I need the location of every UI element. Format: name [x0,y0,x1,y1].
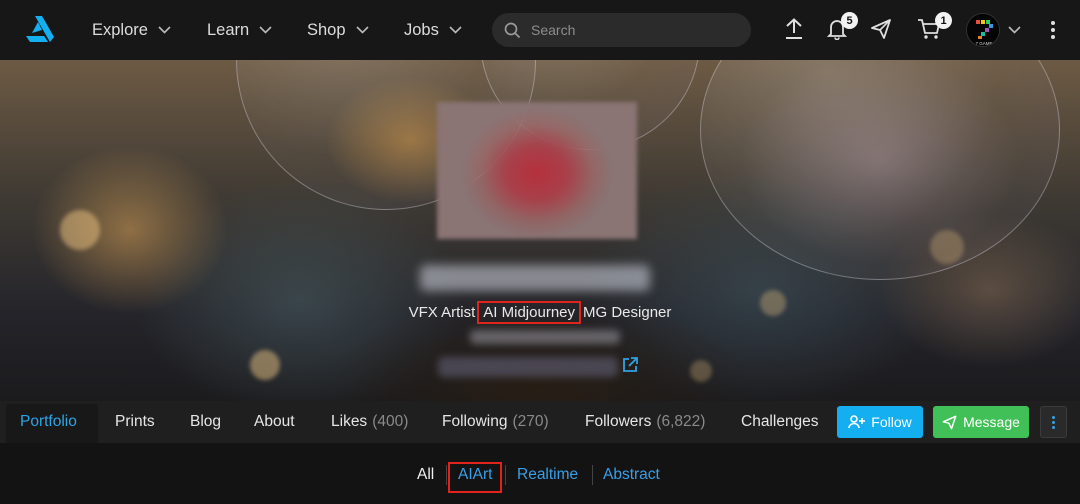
album-abstract[interactable]: Abstract [603,466,660,484]
message-button-label: Message [963,414,1020,430]
nav-jobs-label: Jobs [404,20,439,39]
nav-shop-label: Shop [307,20,346,39]
cover-bubble [700,60,1060,280]
tab-following-label: Following [442,413,508,430]
tab-portfolio-label: Portfolio [20,413,77,430]
cover-bokeh [60,210,100,250]
tab-challenges-label: Challenges [741,413,819,430]
top-navbar: Explore Learn Shop Jobs 5 [0,0,1080,60]
tagline-role-1: VFX Artist [408,304,476,321]
tagline-role-3: MG Designer [583,304,672,321]
notifications-badge: 5 [841,12,858,29]
tab-followers-count: (6,822) [656,413,706,430]
album-filter: All AIArt Realtime Abstract [0,443,1080,504]
tab-challenges[interactable]: Challenges [741,401,819,443]
more-vertical-icon[interactable] [1044,18,1062,42]
chevron-down-icon [355,26,369,34]
artstation-logo-icon[interactable] [26,16,54,42]
messages-button[interactable] [868,16,894,42]
tab-following-count: (270) [512,413,549,430]
upload-icon [786,18,802,39]
chevron-down-icon [259,26,272,34]
tab-followers-label: Followers [585,413,652,430]
album-separator [505,465,506,485]
profile-name-redacted [420,265,650,291]
profile-cover: VFX Artist AI Midjourney MG Designer [0,60,1080,401]
chevron-down-icon [158,26,171,34]
cart-badge: 1 [935,12,952,29]
user-avatar[interactable]: 7 GAME [966,13,1000,47]
tab-about-label: About [254,413,295,430]
avatar-image: 7 GAME [967,14,999,46]
search-box [492,13,751,47]
tagline-highlight: AI Midjourney [477,301,582,324]
send-icon [942,415,957,429]
profile-tabs: Portfolio Prints Blog About Likes (400) … [0,401,1080,443]
album-all[interactable]: All [417,466,434,484]
nav-explore[interactable]: Explore [92,0,171,60]
album-aiart[interactable]: AIArt [458,466,492,484]
chevron-down-icon[interactable] [1008,26,1021,34]
notifications-button[interactable]: 5 [824,12,858,42]
cover-bokeh [930,230,964,264]
tab-prints-label: Prints [115,413,155,430]
upload-button[interactable] [781,16,807,42]
tab-blog-label: Blog [190,413,222,430]
cover-bokeh [690,360,712,382]
follow-button[interactable]: Follow [837,406,923,438]
tab-following[interactable]: Following (270) [442,401,549,443]
tab-blog[interactable]: Blog [190,401,221,443]
follow-button-label: Follow [871,414,912,430]
profile-website-redacted [438,357,618,377]
message-button[interactable]: Message [933,406,1029,438]
album-separator [592,465,593,485]
avatar-text: 7 GAME [975,41,992,46]
cover-bokeh [250,350,280,380]
send-icon [871,19,891,39]
nav-learn-label: Learn [207,20,250,39]
nav-learn[interactable]: Learn [207,0,272,60]
search-icon [504,22,521,38]
nav-explore-label: Explore [92,20,148,39]
nav-shop[interactable]: Shop [307,0,369,60]
profile-tagline: VFX Artist AI Midjourney MG Designer [0,301,1080,324]
more-options-button[interactable] [1040,406,1067,438]
nav-jobs[interactable]: Jobs [404,0,462,60]
tab-prints[interactable]: Prints [115,401,155,443]
tab-followers[interactable]: Followers (6,822) [585,401,705,443]
profile-location-redacted [470,330,620,344]
tab-likes-label: Likes [331,413,368,430]
search-input[interactable] [531,22,731,38]
profile-avatar [437,102,637,239]
chevron-down-icon [449,26,462,34]
album-realtime[interactable]: Realtime [517,466,578,484]
tab-likes[interactable]: Likes (400) [331,401,408,443]
album-separator [446,465,447,485]
tab-about[interactable]: About [254,401,295,443]
external-link-icon[interactable] [621,356,639,374]
cart-button[interactable]: 1 [916,12,952,42]
tab-portfolio[interactable]: Portfolio [20,401,77,443]
tab-likes-count: (400) [372,413,409,430]
user-plus-icon [848,415,866,429]
